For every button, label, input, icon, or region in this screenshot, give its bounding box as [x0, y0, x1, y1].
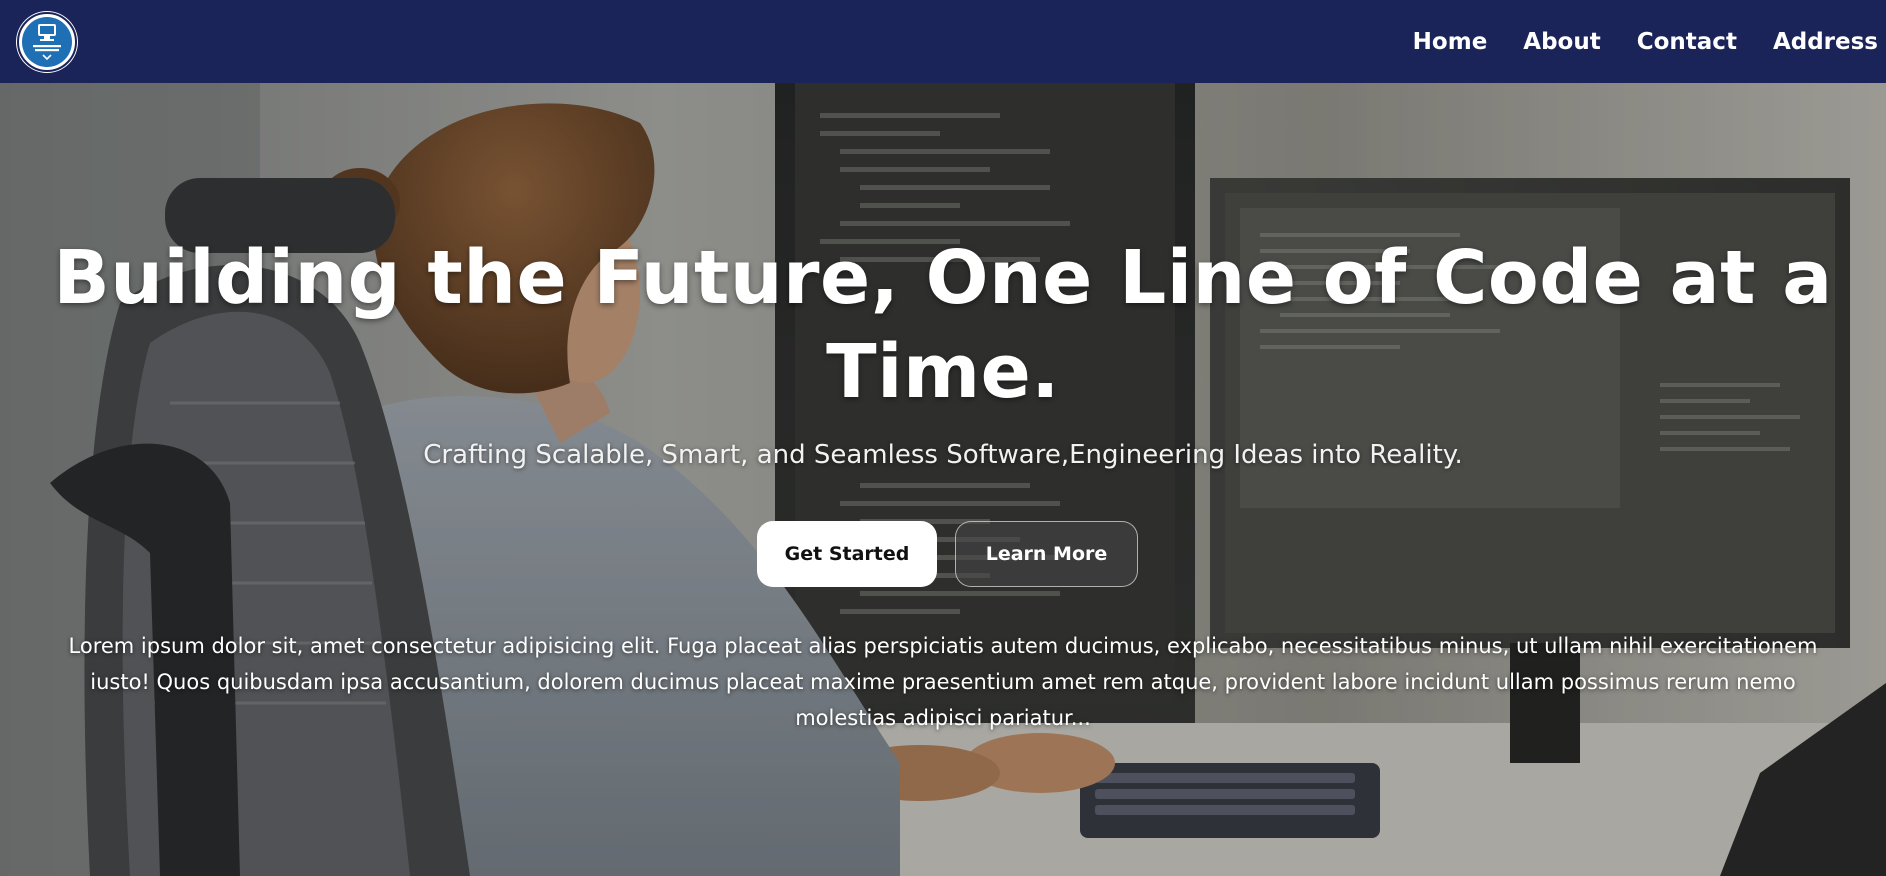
hero-section: Building the Future, One Line of Code at… — [0, 83, 1886, 876]
nav-link-home[interactable]: Home — [1413, 29, 1488, 55]
page: Home About Contact Address Building the … — [0, 0, 1886, 876]
get-started-button[interactable]: Get Started — [757, 521, 937, 587]
software-engineering-logo-icon[interactable] — [16, 11, 78, 73]
hero-body-text: Lorem ipsum dolor sit, amet consectetur … — [68, 634, 1818, 730]
nav-link-address[interactable]: Address — [1773, 29, 1878, 55]
nav-link-contact[interactable]: Contact — [1637, 29, 1737, 55]
nav-links: Home About Contact Address — [1413, 0, 1878, 83]
learn-more-button[interactable]: Learn More — [955, 521, 1138, 587]
logo-graphic — [17, 12, 77, 72]
navbar: Home About Contact Address — [0, 0, 1886, 83]
hero-overlay — [0, 83, 1886, 876]
nav-link-about[interactable]: About — [1523, 29, 1600, 55]
hero-title: Building the Future, One Line of Code at… — [53, 235, 1833, 415]
hero-subtitle: Crafting Scalable, Smart, and Seamless S… — [423, 440, 1463, 470]
